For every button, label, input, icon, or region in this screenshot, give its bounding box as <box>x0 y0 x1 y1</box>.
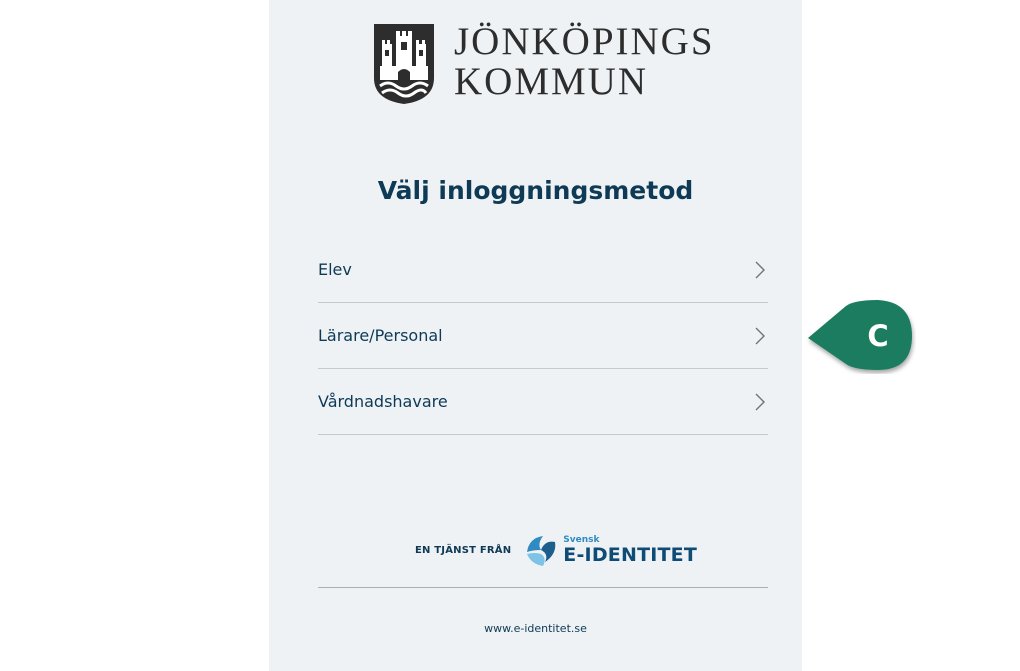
login-method-list: Elev Lärare/Personal Vårdnadshavare <box>318 237 768 435</box>
provider-prefix: EN TJÄNST FRÅN <box>415 544 512 556</box>
castle-crest-icon <box>374 24 434 104</box>
login-method-vardnadshavare[interactable]: Vårdnadshavare <box>318 369 768 435</box>
e-identitet-wordmark: Svensk E-IDENTITET <box>563 535 697 566</box>
footer-website-link[interactable]: www.e-identitet.se <box>269 622 802 635</box>
chevron-right-icon <box>753 326 767 346</box>
callout-letter: C <box>867 319 889 353</box>
logo-line-2: KOMMUN <box>454 60 649 103</box>
login-method-elev[interactable]: Elev <box>318 237 768 303</box>
logo-wordmark: JÖNKÖPINGS KOMMUN <box>454 22 715 102</box>
page-title: Välj inloggningsmetod <box>377 176 694 205</box>
login-method-larare-personal[interactable]: Lärare/Personal <box>318 303 768 369</box>
method-label: Vårdnadshavare <box>318 392 448 411</box>
method-label: Lärare/Personal <box>318 326 443 345</box>
eid-brand-big: E-IDENTITET <box>563 543 697 566</box>
method-label: Elev <box>318 260 352 279</box>
svensk-e-identitet-logo <box>527 536 556 566</box>
chevron-right-icon <box>753 392 767 412</box>
annotation-callout-c: C <box>806 298 916 374</box>
footer-divider <box>318 587 768 588</box>
jonkoping-kommun-logo: JÖNKÖPINGS KOMMUN <box>372 22 715 106</box>
provider-credit: EN TJÄNST FRÅN Svensk E-IDENTITET <box>415 532 697 568</box>
logo-line-1: JÖNKÖPINGS <box>454 20 715 63</box>
login-panel: JÖNKÖPINGS KOMMUN Välj inloggningsmetod … <box>269 0 802 671</box>
chevron-right-icon <box>753 260 767 280</box>
